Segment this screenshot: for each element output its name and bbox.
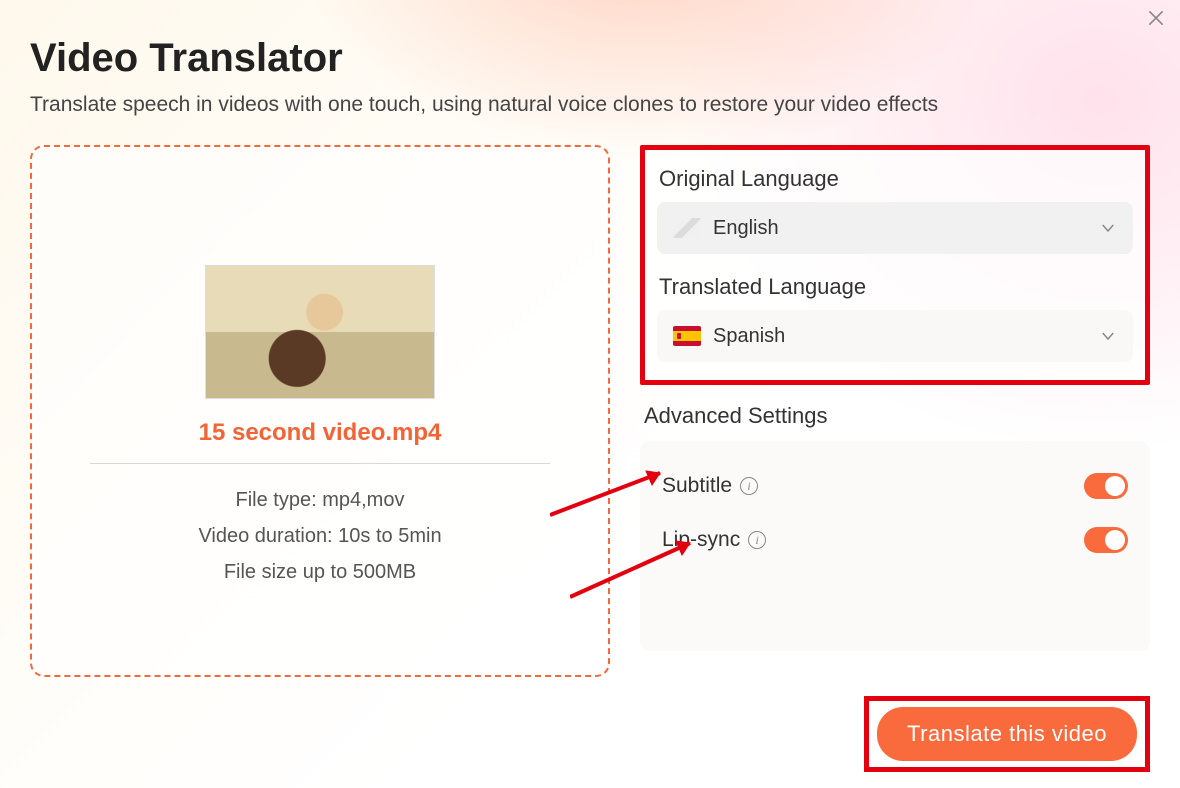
language-settings-highlight: Original Language English Translated Lan…: [640, 145, 1150, 385]
info-icon[interactable]: i: [748, 531, 766, 549]
divider: [90, 463, 550, 464]
subtitle-toggle[interactable]: [1084, 473, 1128, 499]
chevron-down-icon: [1099, 219, 1117, 237]
spec-filetype: File type: mp4,mov: [198, 482, 441, 518]
close-button[interactable]: [1146, 8, 1166, 33]
cta-highlight: Translate this video: [864, 696, 1150, 772]
original-language-value: English: [713, 217, 779, 240]
lipsync-option-label: Lip-sync: [662, 528, 740, 552]
original-language-select[interactable]: English: [657, 202, 1133, 254]
info-icon[interactable]: i: [740, 477, 758, 495]
close-icon: [1146, 8, 1166, 28]
flag-spain-icon: [673, 326, 701, 346]
original-language-label: Original Language: [659, 166, 1133, 192]
translated-language-select[interactable]: Spanish: [657, 310, 1133, 362]
page-title: Video Translator: [30, 36, 1150, 81]
subtitle-option-label: Subtitle: [662, 474, 732, 498]
upload-dropzone[interactable]: 15 second video.mp4 File type: mp4,mov V…: [30, 145, 610, 677]
lipsync-toggle[interactable]: [1084, 527, 1128, 553]
flag-placeholder-icon: [673, 218, 701, 238]
translated-language-value: Spanish: [713, 325, 785, 348]
translate-button[interactable]: Translate this video: [877, 707, 1137, 761]
uploaded-filename: 15 second video.mp4: [199, 419, 442, 447]
advanced-settings-panel: Subtitle i Lip-sync i: [640, 441, 1150, 651]
video-thumbnail: [205, 265, 435, 399]
translated-language-label: Translated Language: [659, 274, 1133, 300]
page-subtitle: Translate speech in videos with one touc…: [30, 93, 1150, 117]
advanced-settings-label: Advanced Settings: [644, 403, 1150, 429]
spec-size: File size up to 500MB: [198, 554, 441, 590]
spec-duration: Video duration: 10s to 5min: [198, 518, 441, 554]
chevron-down-icon: [1099, 327, 1117, 345]
